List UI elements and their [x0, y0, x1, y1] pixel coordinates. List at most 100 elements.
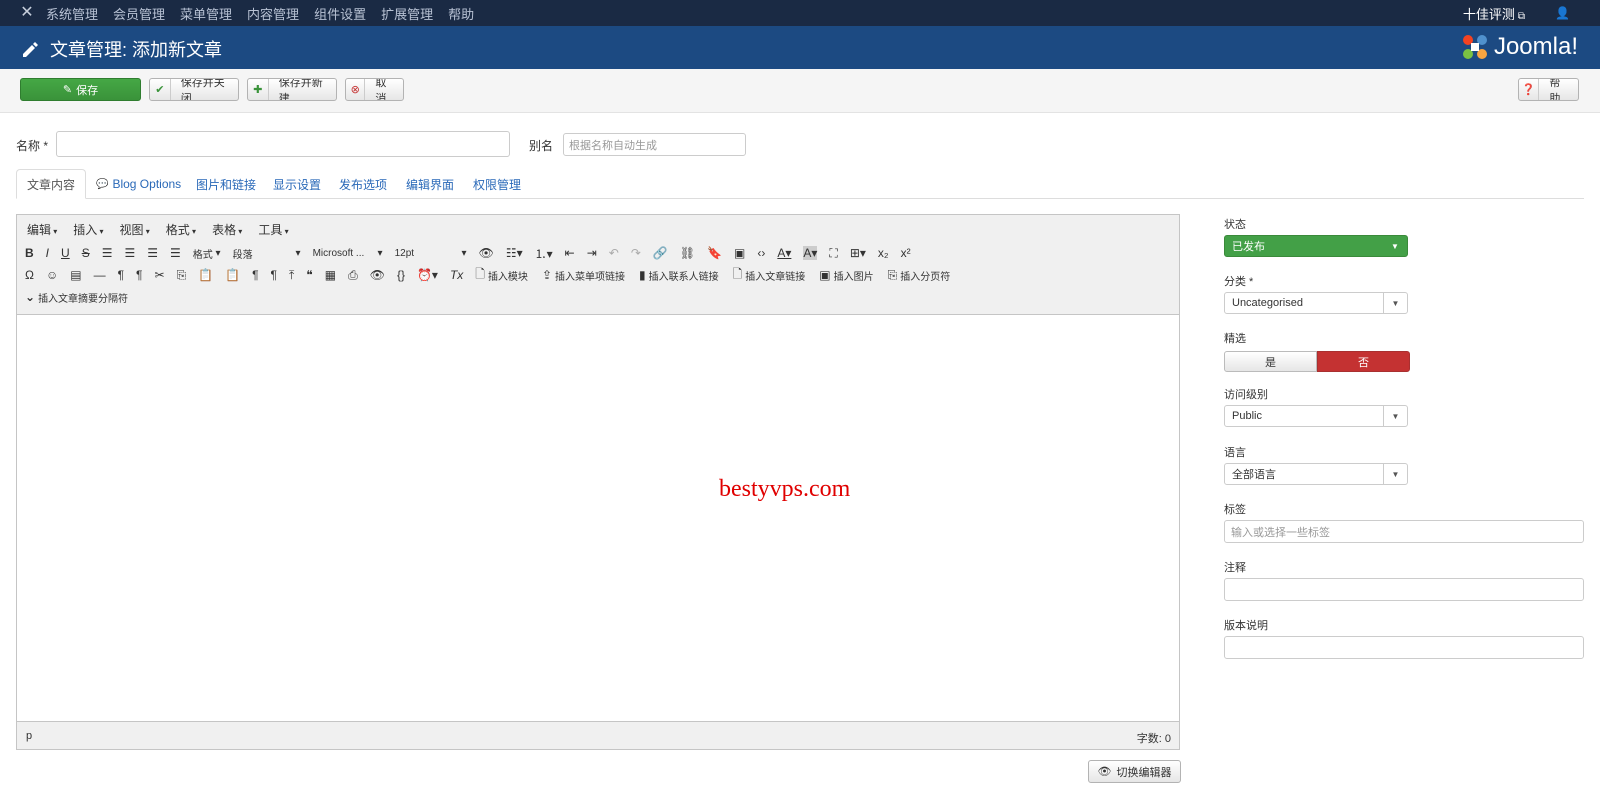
editor-menu-format[interactable]: 格式	[166, 221, 196, 238]
tab-content[interactable]: 文章内容	[16, 169, 87, 199]
menu-item-content[interactable]: 内容管理	[247, 4, 299, 23]
toggle-editor-button[interactable]: 👁 切换编辑器	[1088, 760, 1181, 783]
horizontal-rule-icon[interactable]: —	[94, 268, 106, 282]
editor-menu-table[interactable]: 表格	[212, 221, 242, 238]
save-close-button[interactable]: ✔ 保存并关闭	[149, 78, 239, 101]
cut-icon[interactable]: ✂	[155, 268, 165, 282]
insert-pagebreak-button[interactable]: ⎘ 插入分页符	[888, 268, 951, 283]
italic-icon[interactable]: I	[46, 246, 49, 260]
bold-icon[interactable]: B	[25, 246, 34, 260]
user-icon[interactable]: 👤	[1555, 6, 1570, 20]
help-button[interactable]: ❓ 帮助	[1518, 78, 1579, 101]
menu-item-help[interactable]: 帮助	[448, 4, 474, 23]
note-input[interactable]	[1224, 578, 1584, 601]
subscript-icon[interactable]: x₂	[878, 246, 889, 260]
formats-dropdown[interactable]: 格式 ▾	[193, 246, 221, 261]
save-new-button[interactable]: ✚ 保存并新建	[247, 78, 337, 101]
insert-image-button[interactable]: ▣ 插入图片	[819, 268, 873, 283]
align-right-icon[interactable]: ☰	[147, 246, 158, 260]
alias-input[interactable]: 根据名称自动生成	[563, 133, 746, 156]
access-select[interactable]: Public ▼	[1224, 405, 1408, 427]
text-color-icon[interactable]: A▾	[777, 246, 791, 260]
tab-images-links[interactable]: 图片和链接	[196, 169, 256, 199]
anchor-icon[interactable]: 🔖	[707, 246, 722, 260]
joomla-menu-icon[interactable]: ✕	[18, 4, 36, 22]
tab-display[interactable]: 显示设置	[273, 169, 321, 199]
title-input[interactable]	[56, 131, 510, 157]
menu-item-components[interactable]: 组件设置	[314, 4, 366, 23]
readmore-button[interactable]: ⌄ 插入文章摘要分隔符	[25, 290, 128, 305]
cancel-button[interactable]: ⊗ 取消	[345, 78, 404, 101]
align-justify-icon[interactable]: ☰	[170, 246, 181, 260]
tab-permissions[interactable]: 权限管理	[473, 169, 521, 199]
find-replace-icon[interactable]: 👁	[479, 246, 494, 260]
datetime-icon[interactable]: ⏰▾	[417, 268, 438, 282]
menu-item-users[interactable]: 会员管理	[113, 4, 165, 23]
insert-contact-link-button[interactable]: ▮ 插入联系人链接	[639, 268, 719, 283]
fullscreen-icon[interactable]: ⛶	[829, 246, 837, 261]
ltr-icon[interactable]: ¶	[118, 268, 124, 282]
menu-item-extensions[interactable]: 扩展管理	[381, 4, 433, 23]
language-select[interactable]: 全部语言 ▼	[1224, 463, 1408, 485]
font-size-select[interactable]: 12pt ▾	[395, 248, 467, 259]
copy-icon[interactable]: ⎘	[177, 268, 187, 283]
bullet-list-icon[interactable]: ☷▾	[506, 246, 523, 260]
save-button[interactable]: ✎ 保存	[20, 78, 141, 101]
undo-icon[interactable]: ↶	[609, 246, 619, 260]
menu-item-menus[interactable]: 菜单管理	[180, 4, 232, 23]
editor-menu-view[interactable]: 视图	[120, 221, 150, 238]
paste-icon[interactable]: 📋	[198, 268, 213, 282]
menu-item-system[interactable]: 系统管理	[46, 4, 98, 23]
editor-menu-tools[interactable]: 工具	[258, 221, 288, 238]
insert-article-link-button[interactable]: 🗋 插入文章链接	[733, 265, 806, 286]
outdent-icon[interactable]: ⇤	[565, 246, 575, 260]
editor-content-area[interactable]: bestyvps.com	[17, 316, 1179, 721]
upload-icon[interactable]: ⤒	[289, 268, 294, 283]
status-select[interactable]: 已发布 ▼	[1224, 235, 1408, 257]
site-link[interactable]: 十佳评测 ⧉	[1463, 4, 1525, 23]
paste-text-icon[interactable]: 📋	[225, 268, 240, 282]
version-note-input[interactable]	[1224, 636, 1584, 659]
image-icon[interactable]: ▣	[734, 246, 745, 260]
code-icon[interactable]: ‹›	[757, 246, 765, 260]
underline-icon[interactable]: U	[61, 246, 70, 260]
block-format-select[interactable]: 段落 ▾	[233, 246, 301, 261]
template-icon[interactable]: ▦	[325, 268, 336, 282]
strikethrough-icon[interactable]: S	[82, 246, 90, 260]
print-icon[interactable]: ⎙	[348, 268, 358, 283]
code-sample-icon[interactable]: {}	[397, 268, 405, 282]
insert-menu-link-button[interactable]: ⇪ 插入菜单项链接	[542, 268, 625, 283]
tags-input[interactable]: 输入或选择一些标签	[1224, 520, 1584, 543]
align-left-icon[interactable]: ☰	[102, 246, 113, 260]
link-icon[interactable]: 🔗	[653, 246, 668, 260]
clear-format-icon[interactable]: Tx	[450, 268, 463, 282]
tab-editor-config[interactable]: 编辑界面	[406, 169, 454, 199]
superscript-icon[interactable]: x²	[901, 246, 911, 260]
show-blocks-icon[interactable]: ¶	[252, 268, 258, 282]
visual-chars-icon[interactable]: ¶	[271, 268, 277, 282]
featured-yes-button[interactable]: 是	[1224, 351, 1317, 372]
page-header: 文章管理: 添加新文章 Joomla!	[0, 26, 1600, 69]
editor-menu-insert[interactable]: 插入	[73, 221, 103, 238]
emoticons-icon[interactable]: ☺	[46, 268, 58, 282]
background-color-icon[interactable]: A▾	[803, 246, 818, 260]
element-path[interactable]: p	[26, 730, 32, 742]
align-center-icon[interactable]: ☰	[124, 246, 135, 260]
rtl-icon[interactable]: ¶	[136, 268, 142, 282]
special-char-icon[interactable]: Ω	[25, 268, 34, 282]
featured-no-button[interactable]: 否	[1317, 351, 1410, 372]
indent-icon[interactable]: ⇥	[587, 246, 597, 260]
editor-menu-edit[interactable]: 编辑	[27, 221, 57, 238]
tab-publishing[interactable]: 发布选项	[339, 169, 387, 199]
unlink-icon[interactable]: ⛓	[680, 246, 695, 260]
blockquote-icon[interactable]: ❝	[306, 268, 312, 282]
redo-icon[interactable]: ↷	[631, 246, 641, 260]
table-icon[interactable]: ⊞▾	[850, 246, 866, 260]
preview-icon[interactable]: 👁	[370, 268, 385, 282]
insert-module-button[interactable]: 🗋 插入模块	[475, 265, 528, 286]
tab-blog-options[interactable]: 💬 Blog Options	[96, 169, 181, 199]
media-icon[interactable]: ▤	[70, 268, 81, 282]
category-select[interactable]: Uncategorised ▼	[1224, 292, 1408, 314]
font-family-select[interactable]: Microsoft ... ▾	[313, 248, 383, 259]
numbered-list-icon[interactable]: ⒈▾	[535, 245, 553, 262]
